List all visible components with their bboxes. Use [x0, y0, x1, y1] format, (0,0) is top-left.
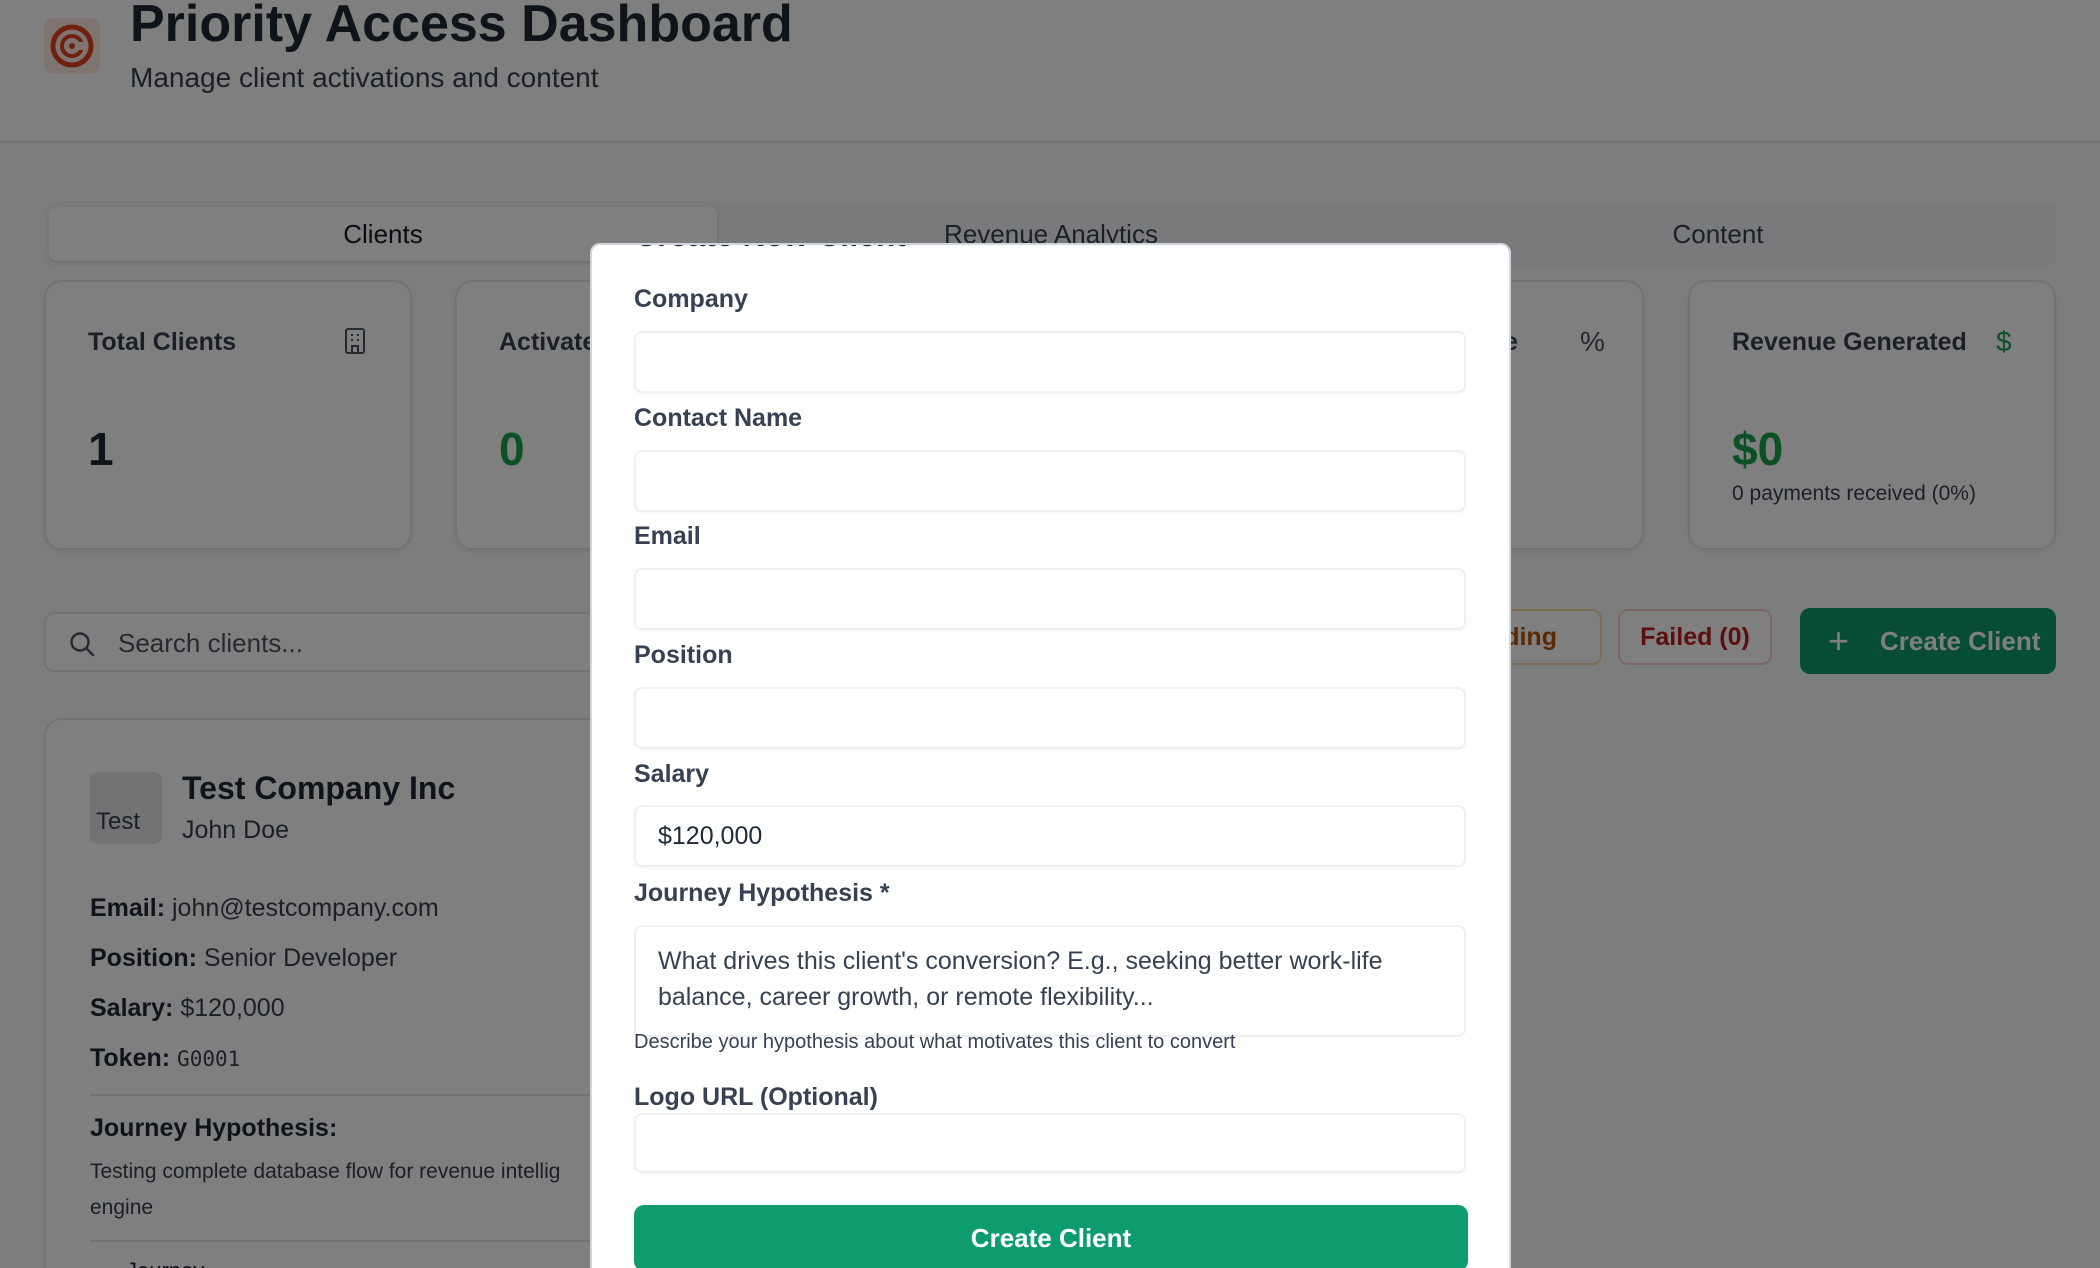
journey-hypothesis-textarea[interactable]: [634, 925, 1466, 1037]
contact-name-label: Contact Name: [634, 404, 803, 432]
logo-url-label: Logo URL (Optional): [634, 1083, 878, 1111]
position-label: Position: [634, 641, 733, 669]
create-client-modal: Create New Client Company Contact Name E…: [590, 243, 1511, 1268]
email-label: Email: [634, 522, 701, 550]
journey-hypothesis-helper: Describe your hypothesis about what moti…: [634, 1031, 1236, 1053]
contact-name-input[interactable]: [634, 450, 1466, 512]
modal-title: Create New Client: [634, 245, 906, 254]
salary-input[interactable]: [634, 805, 1466, 867]
journey-hypothesis-label: Journey Hypothesis *: [634, 879, 890, 907]
email-input[interactable]: [634, 568, 1466, 630]
company-input[interactable]: [634, 331, 1466, 393]
logo-url-input[interactable]: [634, 1113, 1466, 1173]
company-label: Company: [634, 285, 748, 313]
position-input[interactable]: [634, 687, 1466, 749]
salary-label: Salary: [634, 760, 710, 788]
submit-create-client-button[interactable]: Create Client: [634, 1205, 1468, 1268]
